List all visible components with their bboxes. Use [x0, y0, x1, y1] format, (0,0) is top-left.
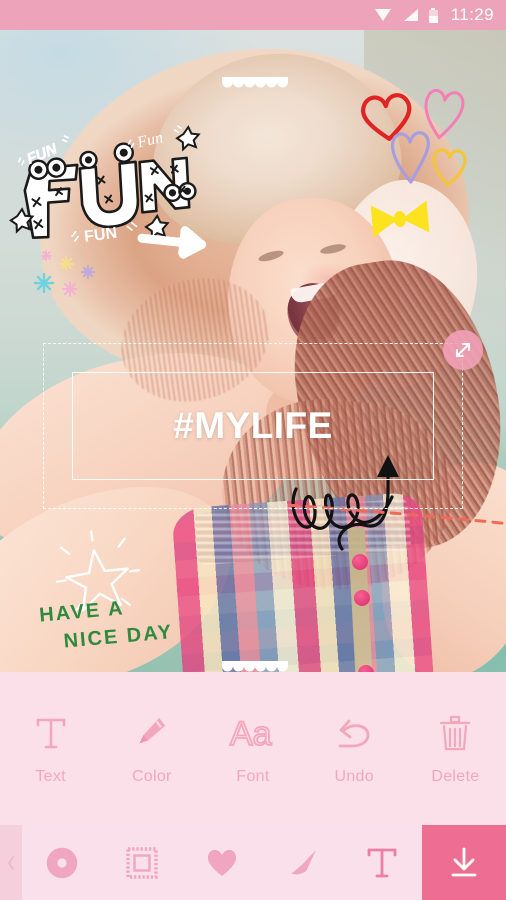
nav-scroll-peek[interactable] — [0, 825, 22, 900]
photo-canvas[interactable]: FUN Fun FUN HAVE A NICE DAY #MYLIFE — [0, 30, 506, 672]
resize-handle-icon[interactable] — [443, 330, 483, 370]
svg-text:Aa: Aa — [230, 715, 272, 753]
save-button[interactable] — [422, 825, 506, 900]
nav-item-brush[interactable] — [262, 825, 342, 900]
toolbar-item-text[interactable]: Text — [0, 672, 101, 825]
nav-item-frames[interactable] — [102, 825, 182, 900]
status-bar: 11:29 — [0, 0, 506, 30]
text-object-value: #MYLIFE — [173, 405, 333, 446]
wifi-icon — [374, 8, 392, 22]
pen-color-icon — [135, 711, 169, 755]
text-object-mylife[interactable]: #MYLIFE — [72, 372, 434, 480]
dress-button — [354, 590, 370, 606]
dress-button — [352, 554, 368, 570]
heart-icon — [205, 847, 239, 878]
aperture-icon — [45, 845, 79, 880]
toolbar-label-undo: Undo — [334, 768, 374, 785]
photo-editor-screen: 11:29 FUN Fun FUN HAVE A NICE DAY #MYLIF… — [0, 0, 506, 900]
toolbar-item-font[interactable]: Aa Font — [202, 672, 303, 825]
undo-arrow-icon — [335, 711, 373, 755]
signal-icon — [403, 8, 418, 22]
brush-icon — [286, 847, 318, 879]
text-edit-toolbar: Text Color Aa Font Undo Delete — [0, 672, 506, 825]
nav-item-stickers[interactable] — [182, 825, 262, 900]
status-bar-clock: 11:29 — [450, 5, 494, 24]
download-icon — [447, 846, 481, 880]
bottom-nav-bar — [0, 825, 506, 900]
nav-items — [22, 825, 422, 900]
trash-icon — [438, 711, 472, 755]
toolbar-label-font: Font — [236, 768, 270, 785]
text-t-icon — [367, 847, 397, 879]
status-bar-icons — [374, 7, 438, 23]
frame-icon — [126, 846, 158, 879]
toolbar-item-delete[interactable]: Delete — [405, 672, 506, 825]
nav-item-text[interactable] — [342, 825, 422, 900]
nav-item-effects[interactable] — [22, 825, 102, 900]
battery-icon — [428, 7, 438, 23]
font-aa-icon: Aa — [229, 711, 276, 755]
chevron-left-icon — [7, 855, 15, 870]
toolbar-label-delete: Delete — [431, 768, 480, 785]
toolbar-item-color[interactable]: Color — [101, 672, 202, 825]
text-t-icon — [35, 711, 67, 755]
toolbar-item-undo[interactable]: Undo — [304, 672, 405, 825]
toolbar-label-text: Text — [35, 768, 66, 785]
toolbar-label-color: Color — [131, 768, 172, 785]
